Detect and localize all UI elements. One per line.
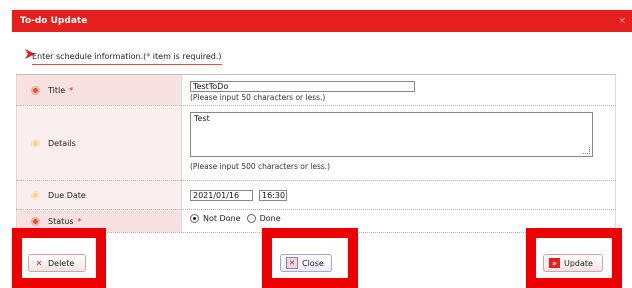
- close-button[interactable]: ✕ Close: [280, 254, 332, 272]
- due-date-row: Due Date 2021/01/16 16:30: [16, 181, 616, 210]
- status-radio-group: Not Done Done: [190, 214, 607, 223]
- status-not-done-label: Not Done: [203, 214, 241, 223]
- required-dot-icon: [31, 216, 40, 226]
- required-dot-icon: [31, 85, 40, 95]
- update-button[interactable]: » Update: [543, 254, 603, 272]
- instruction-text: Enter schedule information.(* item is re…: [32, 52, 222, 65]
- delete-x-icon: ✕: [35, 258, 43, 268]
- title-hint: (Please input 50 characters or less.): [190, 93, 326, 102]
- title-row: Title * TestToDo (Please input 50 charact…: [16, 75, 616, 106]
- status-done-radio[interactable]: [246, 214, 256, 223]
- close-box-icon: ✕: [286, 257, 298, 269]
- details-textarea[interactable]: Test: [190, 112, 593, 157]
- close-icon[interactable]: ×: [618, 16, 626, 26]
- details-row: Details Test (Please input 500 character…: [16, 106, 616, 181]
- double-chevron-right-icon: »: [549, 258, 560, 268]
- due-date-label: Due Date: [16, 181, 181, 209]
- todo-form: Title * TestToDo (Please input 50 charact…: [16, 74, 616, 233]
- title-label: Title *: [16, 75, 181, 105]
- status-not-done-radio[interactable]: [190, 214, 199, 223]
- details-label: Details: [16, 106, 181, 180]
- optional-dot-icon: [31, 138, 40, 148]
- details-hint: (Please input 500 characters or less.): [190, 162, 331, 171]
- due-date-input[interactable]: 2021/01/16: [190, 189, 253, 201]
- optional-dot-icon: [31, 190, 40, 200]
- delete-button[interactable]: ✕ Delete: [28, 254, 86, 272]
- dialog-titlebar: To-do Update ×: [12, 10, 632, 32]
- due-time-input[interactable]: 16:30: [259, 189, 287, 201]
- dialog-title: To-do Update: [20, 16, 88, 26]
- resize-handle-icon[interactable]: [583, 147, 590, 154]
- status-done-label: Done: [259, 214, 281, 223]
- title-input[interactable]: TestToDo: [190, 81, 415, 92]
